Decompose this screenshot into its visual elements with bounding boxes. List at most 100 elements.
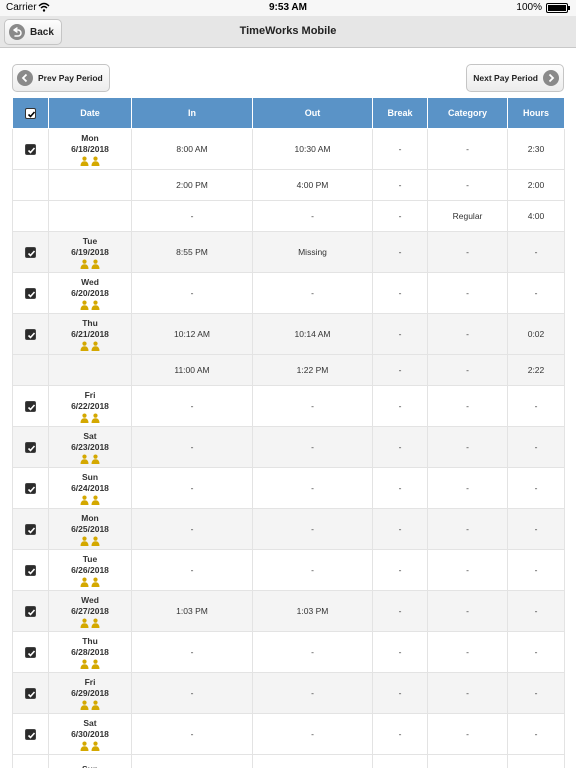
row-checkbox[interactable] (25, 605, 36, 617)
category-cell: - (427, 354, 508, 386)
in-cell: - (131, 200, 253, 232)
row-checkbox[interactable] (25, 728, 36, 740)
day-label: Thu (82, 635, 98, 646)
category-cell: - (427, 713, 508, 755)
date-cell[interactable]: Fri 6/22/2018 (48, 385, 132, 427)
supervisor-icon[interactable] (91, 454, 100, 464)
date-cell[interactable]: Mon 6/18/2018 (48, 128, 132, 170)
day-label: Sun (49, 764, 131, 768)
clock-in-icon[interactable] (80, 536, 89, 546)
hours-cell: 4:00 (507, 200, 565, 232)
in-cell: - (131, 713, 253, 755)
in-cell: - (131, 672, 253, 714)
supervisor-icon[interactable] (91, 300, 100, 310)
page-title: TimeWorks Mobile (239, 25, 337, 37)
nav-header: Back TimeWorks Mobile (0, 16, 576, 48)
column-header-in[interactable]: In (131, 97, 253, 129)
out-cell: - (252, 467, 373, 509)
hours-cell: - (507, 426, 565, 468)
row-select-cell (12, 672, 49, 714)
row-checkbox[interactable] (25, 287, 36, 299)
row-checkbox[interactable] (25, 441, 36, 453)
column-header-break[interactable]: Break (372, 97, 428, 129)
date-cell[interactable]: Sun (48, 754, 132, 768)
day-label: Sat (83, 430, 97, 441)
out-cell: 10:14 AM (252, 313, 373, 355)
break-cell: - (372, 467, 428, 509)
date-cell[interactable]: Thu 6/28/2018 (48, 631, 132, 673)
hours-cell: 0:02 (507, 313, 565, 355)
date-cell[interactable]: Wed 6/27/2018 (48, 590, 132, 632)
in-cell: 8:55 PM (131, 231, 253, 273)
supervisor-icon[interactable] (91, 659, 100, 669)
date-cell[interactable]: Sat 6/30/2018 (48, 713, 132, 755)
in-cell: 2:00 PM (131, 169, 253, 201)
next-pay-period-button[interactable]: Next Pay Period (466, 64, 564, 92)
date-cell[interactable]: Wed 6/20/2018 (48, 272, 132, 314)
date-cell[interactable]: Thu 6/21/2018 (48, 313, 132, 355)
out-cell: 1:03 PM (252, 590, 373, 632)
table-row: Fri 6/29/2018- - - - - (12, 672, 565, 714)
in-cell (131, 754, 253, 768)
table-row: Thu 6/21/2018 10:12 AM 10:14 AM - -0:02 (12, 313, 565, 355)
supervisor-icon[interactable] (91, 259, 100, 269)
supervisor-icon[interactable] (91, 618, 100, 628)
clock-in-icon[interactable] (80, 659, 89, 669)
supervisor-icon[interactable] (91, 413, 100, 423)
prev-pay-period-button[interactable]: Prev Pay Period (12, 64, 110, 92)
supervisor-icon[interactable] (91, 741, 100, 751)
day-label: Fri (84, 389, 96, 400)
column-header-out[interactable]: Out (252, 97, 373, 129)
out-cell: - (252, 508, 373, 550)
break-cell: - (372, 272, 428, 314)
supervisor-icon[interactable] (91, 495, 100, 505)
clock-in-icon[interactable] (80, 495, 89, 505)
category-cell: - (427, 631, 508, 673)
clock-in-icon[interactable] (80, 618, 89, 628)
in-cell: - (131, 549, 253, 591)
supervisor-icon[interactable] (91, 156, 100, 166)
next-pay-period-label: Next Pay Period (473, 73, 538, 83)
date-cell (48, 200, 132, 232)
row-checkbox[interactable] (25, 143, 36, 155)
row-checkbox[interactable] (25, 564, 36, 576)
supervisor-icon[interactable] (91, 341, 100, 351)
row-checkbox[interactable] (25, 646, 36, 658)
date-cell[interactable]: Tue 6/19/2018 (48, 231, 132, 273)
row-checkbox[interactable] (25, 400, 36, 412)
row-checkbox[interactable] (25, 246, 36, 258)
clock-in-icon[interactable] (80, 259, 89, 269)
clock-in-icon[interactable] (80, 341, 89, 351)
date-cell[interactable]: Fri 6/29/2018 (48, 672, 132, 714)
row-checkbox[interactable] (25, 523, 36, 535)
supervisor-icon[interactable] (91, 700, 100, 710)
clock-in-icon[interactable] (80, 577, 89, 587)
break-cell: - (372, 313, 428, 355)
clock-in-icon[interactable] (80, 454, 89, 464)
date-label: 6/28/2018 (71, 646, 109, 657)
date-cell[interactable]: Mon 6/25/2018 (48, 508, 132, 550)
table-row: Tue 6/26/2018- - - - - (12, 549, 565, 591)
clock-in-icon[interactable] (80, 156, 89, 166)
date-cell[interactable]: Sun 6/24/2018 (48, 467, 132, 509)
battery-icon (546, 3, 570, 13)
date-cell[interactable]: Sat 6/23/2018 (48, 426, 132, 468)
clock-in-icon[interactable] (80, 700, 89, 710)
column-header-category[interactable]: Category (427, 97, 508, 129)
clock-in-icon[interactable] (80, 413, 89, 423)
chevron-right-icon (543, 70, 559, 86)
row-checkbox[interactable] (25, 687, 36, 699)
clock-in-icon[interactable] (80, 300, 89, 310)
row-checkbox[interactable] (25, 328, 36, 340)
supervisor-icon[interactable] (91, 536, 100, 546)
column-header-hours[interactable]: Hours (507, 97, 565, 129)
row-select-cell (12, 549, 49, 591)
select-all-checkbox[interactable] (25, 107, 36, 119)
column-header-date[interactable]: Date (48, 97, 132, 129)
clock-in-icon[interactable] (80, 741, 89, 751)
date-cell[interactable]: Tue 6/26/2018 (48, 549, 132, 591)
in-cell: 1:03 PM (131, 590, 253, 632)
row-checkbox[interactable] (25, 482, 36, 494)
table-row: Thu 6/28/2018- - - - - (12, 631, 565, 673)
supervisor-icon[interactable] (91, 577, 100, 587)
